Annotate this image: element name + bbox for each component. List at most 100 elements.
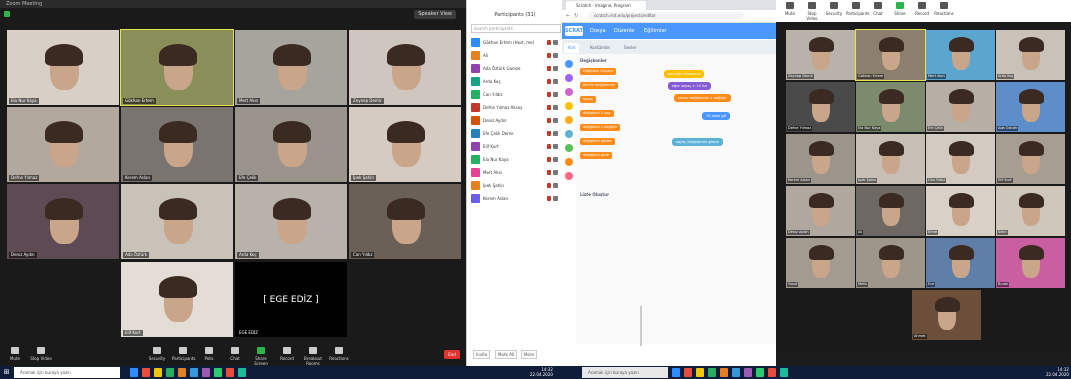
category-operators[interactable]: [565, 144, 573, 152]
camera-icon[interactable]: [553, 144, 558, 149]
gallery-video-tile[interactable]: Ece: [926, 238, 995, 288]
palette-block[interactable]: Değişken Oluştur: [580, 68, 617, 75]
gallery-toolbar-button[interactable]: Mute: [780, 2, 800, 16]
participant-row[interactable]: Defne Yılmaz Aksoy: [471, 101, 559, 114]
video-tile[interactable]: Defne Yılmaz: [7, 107, 119, 182]
participant-row[interactable]: Kerem Aslan: [471, 192, 559, 205]
reactions-button[interactable]: Reactions: [328, 347, 350, 361]
camera-icon[interactable]: [553, 40, 558, 45]
browser-tab[interactable]: Scratch - Imagine, Program: [566, 1, 646, 10]
mute-all-button[interactable]: Mute All: [495, 350, 518, 359]
windows-start-icon[interactable]: ⊞: [2, 368, 11, 377]
microphone-muted-icon[interactable]: [547, 79, 551, 84]
taskbar-app-icon[interactable]: [744, 368, 752, 377]
participant-row[interactable]: İpek Şahin: [471, 179, 559, 192]
gallery-video-tile[interactable]: Defne Yılmaz: [786, 82, 855, 132]
video-tile[interactable]: Efe Çelik: [235, 107, 347, 182]
participant-row[interactable]: Can Yıldız: [471, 88, 559, 101]
tab-costumes[interactable]: Kostümler: [586, 43, 615, 53]
category-control[interactable]: [565, 116, 573, 124]
taskbar-app-icon[interactable]: [768, 368, 776, 377]
gallery-toolbar-button[interactable]: Record: [912, 2, 932, 16]
camera-icon[interactable]: [553, 157, 558, 162]
camera-icon[interactable]: [553, 118, 558, 123]
menu-file[interactable]: Dosya: [590, 27, 606, 35]
speaker-view-button[interactable]: Speaker View: [414, 10, 456, 19]
address-bar[interactable]: scratch.mit.edu/projects/editor: [588, 12, 744, 19]
polls-button[interactable]: Polls: [198, 347, 220, 361]
end-meeting-button[interactable]: End: [444, 350, 460, 359]
palette-block[interactable]: değişkeni 1 değiştir: [580, 124, 621, 131]
category-my-blocks[interactable]: [565, 172, 573, 180]
gallery-toolbar-button[interactable]: Share: [890, 2, 910, 16]
microphone-muted-icon[interactable]: [547, 92, 551, 97]
gallery-video-tile[interactable]: Deniz Aydın: [786, 186, 855, 236]
gallery-video-tile[interactable]: Mert Akın: [926, 30, 995, 80]
microphone-muted-icon[interactable]: [547, 53, 551, 58]
taskbar-app-icon[interactable]: [130, 368, 138, 377]
microphone-muted-icon[interactable]: [547, 144, 551, 149]
scratch-logo[interactable]: SCRATCH: [565, 26, 591, 36]
taskbar-app-icon[interactable]: [696, 368, 704, 377]
script-area[interactable]: bayrağa tıklanınca eğer sayaç > 10 ise say…: [638, 54, 776, 344]
share-screen-button[interactable]: Share Screen: [250, 347, 272, 366]
gallery-toolbar-button[interactable]: Chat: [868, 2, 888, 16]
taskbar-app-icon[interactable]: [142, 368, 150, 377]
microphone-muted-icon[interactable]: [547, 66, 551, 71]
taskbar-app-icon[interactable]: [190, 368, 198, 377]
taskbar-app-icon[interactable]: [672, 368, 680, 377]
taskbar-app-icon[interactable]: [708, 368, 716, 377]
taskbar-search-input[interactable]: Aramak için buraya yazın: [14, 367, 120, 378]
category-looks[interactable]: [565, 74, 573, 82]
category-events[interactable]: [565, 102, 573, 110]
microphone-muted-icon[interactable]: [547, 157, 551, 162]
taskbar-app-icon[interactable]: [732, 368, 740, 377]
video-tile[interactable]: Gökhan Ertem: [120, 29, 234, 106]
participant-row[interactable]: Ali: [471, 49, 559, 62]
gallery-video-tile[interactable]: Ali: [856, 186, 925, 236]
video-tile[interactable]: Ela Nur Kaya: [7, 30, 119, 105]
participant-row[interactable]: Elif Kurt: [471, 140, 559, 153]
gallery-video-tile[interactable]: Elif Kurt: [996, 134, 1065, 184]
taskbar-app-icon[interactable]: [226, 368, 234, 377]
camera-icon[interactable]: [553, 131, 558, 136]
gallery-video-tile[interactable]: Can Yıldız: [926, 134, 995, 184]
participant-row[interactable]: Deniz Aydın: [471, 114, 559, 127]
tab-sounds[interactable]: Sesler: [620, 43, 641, 53]
chat-button[interactable]: Chat: [224, 347, 246, 361]
participant-row[interactable]: Mert Akın: [471, 166, 559, 179]
participant-row[interactable]: Ela Nur Kaya: [471, 153, 559, 166]
shield-icon[interactable]: [4, 11, 10, 17]
taskbar-app-icon[interactable]: [178, 368, 186, 377]
camera-icon[interactable]: [553, 53, 558, 58]
taskbar-app-icon[interactable]: [238, 368, 246, 377]
participant-row[interactable]: Arda Koç: [471, 75, 559, 88]
camera-icon[interactable]: [553, 92, 558, 97]
security-button[interactable]: Security: [146, 347, 168, 361]
back-arrow-icon[interactable]: ←: [566, 13, 570, 19]
gallery-video-tile[interactable]: İpek Şahin: [856, 134, 925, 184]
palette-block[interactable]: değişkeni 0 yap: [580, 110, 614, 117]
microphone-muted-icon[interactable]: [547, 40, 551, 45]
palette-block[interactable]: değişkeni gizle: [580, 152, 612, 159]
camera-icon[interactable]: [553, 183, 558, 188]
microphone-muted-icon[interactable]: [547, 170, 551, 175]
category-sound[interactable]: [565, 88, 573, 96]
video-tile[interactable]: [ EGE EDİZ ] EGE EDİZ: [235, 262, 347, 337]
camera-icon[interactable]: [553, 79, 558, 84]
video-tile[interactable]: Deniz Aydın: [7, 184, 119, 259]
gallery-video-tile[interactable]: Burak: [996, 238, 1065, 288]
palette-block[interactable]: benim değişkenim: [580, 82, 619, 89]
category-variables[interactable]: [565, 158, 573, 166]
gallery-toolbar-button[interactable]: Security: [824, 2, 844, 16]
record-button[interactable]: Record: [276, 347, 298, 361]
tab-code[interactable]: Kod: [564, 43, 580, 53]
participants-search-input[interactable]: Search participants: [471, 24, 561, 33]
taskbar-app-icon[interactable]: [202, 368, 210, 377]
mute-button[interactable]: Mute: [4, 347, 26, 361]
video-tile[interactable]: Kerem Aslan: [121, 107, 233, 182]
menu-edit[interactable]: Düzenle: [614, 27, 634, 35]
video-tile[interactable]: Ada Öztürk: [121, 184, 233, 259]
camera-icon[interactable]: [553, 66, 558, 71]
invite-button[interactable]: Invite: [473, 350, 491, 359]
